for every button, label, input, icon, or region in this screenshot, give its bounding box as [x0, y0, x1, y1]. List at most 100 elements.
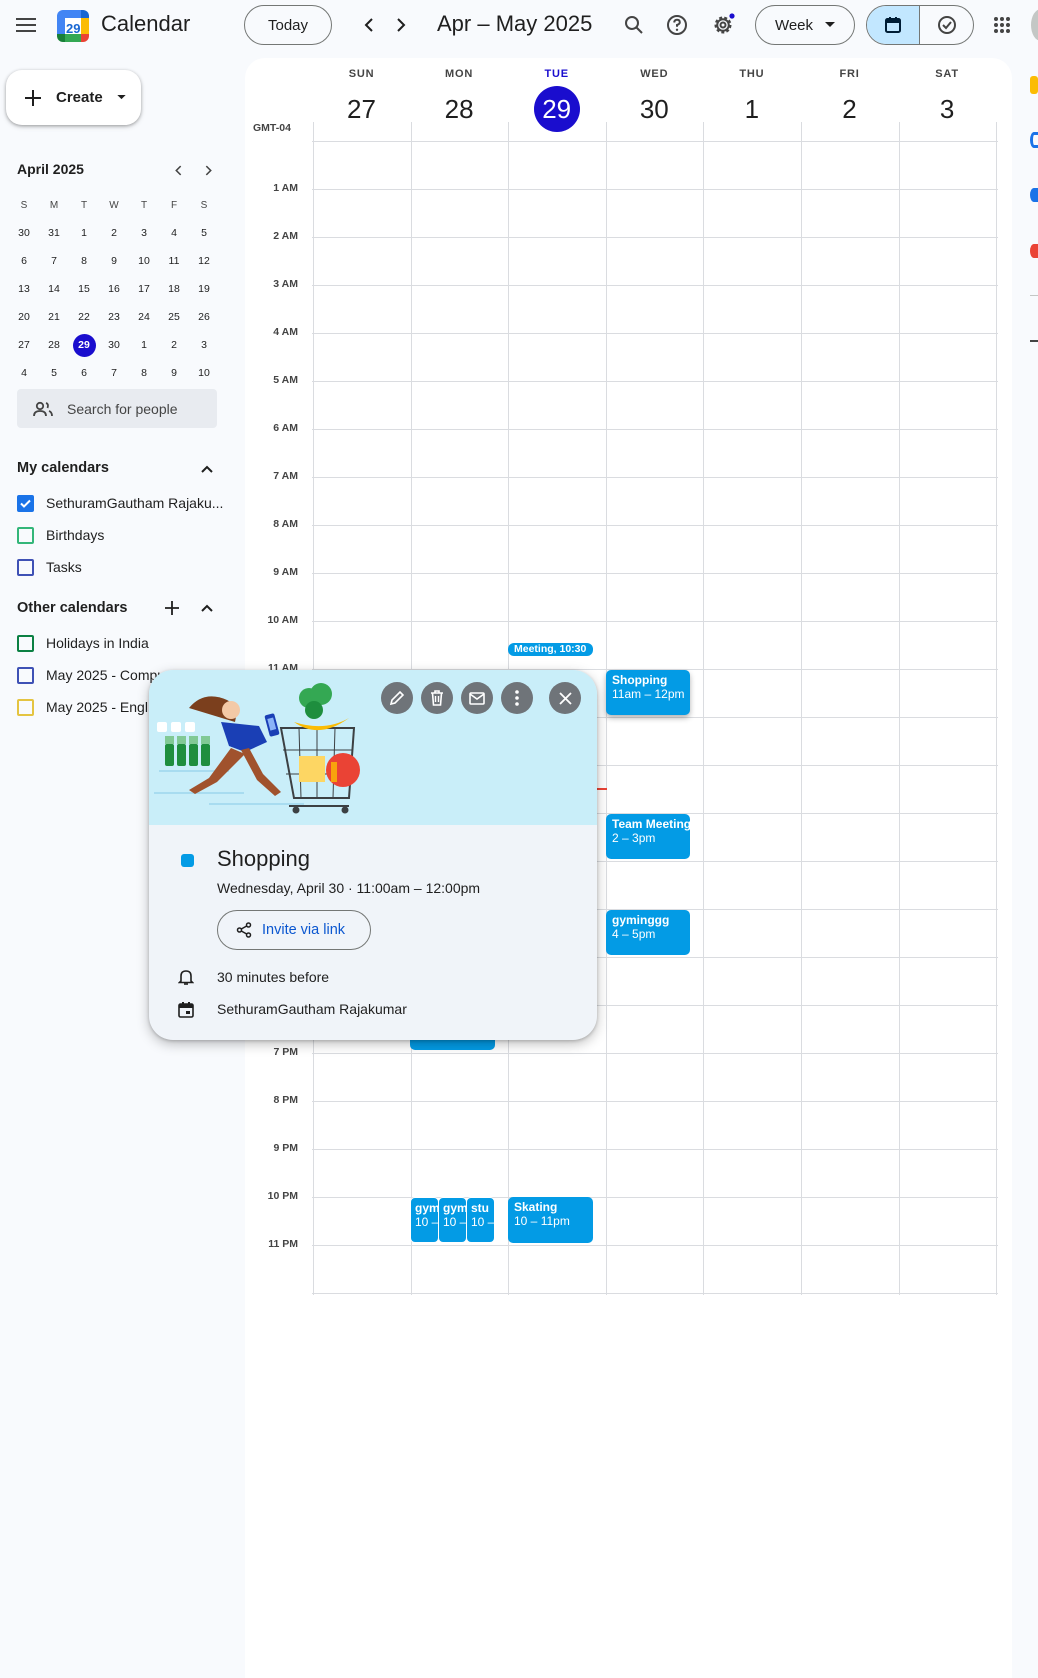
- mini-calendar-day[interactable]: 7: [99, 367, 129, 379]
- mini-calendar-day[interactable]: 5: [189, 227, 219, 239]
- calendar-logo-icon[interactable]: 29: [57, 10, 89, 42]
- mini-calendar-day[interactable]: 6: [69, 367, 99, 379]
- calendar-list-item[interactable]: May 2025 - Engl: [17, 695, 148, 719]
- next-week-button[interactable]: [384, 6, 418, 44]
- mini-calendar-day[interactable]: 8: [129, 367, 159, 379]
- mini-calendar-day[interactable]: 27: [9, 339, 39, 351]
- mini-calendar-day[interactable]: 15: [69, 283, 99, 295]
- mini-calendar-day[interactable]: 8: [69, 255, 99, 267]
- create-button[interactable]: Create: [6, 70, 141, 125]
- calendar-list-item[interactable]: Tasks: [17, 555, 82, 579]
- mini-calendar-day[interactable]: 1: [69, 227, 99, 239]
- checked-checkbox-icon[interactable]: [17, 494, 34, 512]
- keep-app-icon[interactable]: [1030, 76, 1038, 94]
- calendar-list-item[interactable]: May 2025 - Compu: [17, 663, 165, 687]
- date-number[interactable]: 28: [436, 86, 482, 132]
- date-number[interactable]: 3: [924, 86, 970, 132]
- mini-calendar-day[interactable]: 30: [99, 339, 129, 351]
- add-other-calendar-button[interactable]: [159, 595, 185, 621]
- mini-calendar-day[interactable]: 18: [159, 283, 189, 295]
- mini-calendar-day[interactable]: 22: [69, 311, 99, 323]
- mini-calendar-day[interactable]: 5: [39, 367, 69, 379]
- my-calendars-collapse-button[interactable]: [194, 456, 220, 482]
- unchecked-checkbox-icon[interactable]: [17, 634, 34, 652]
- mini-calendar-day[interactable]: 19: [189, 283, 219, 295]
- delete-event-button[interactable]: [421, 682, 453, 714]
- mini-calendar-day[interactable]: 13: [9, 283, 39, 295]
- mini-calendar-today[interactable]: 29: [72, 333, 96, 357]
- mini-calendar-day[interactable]: 1: [129, 339, 159, 351]
- other-calendars-collapse-button[interactable]: [194, 595, 220, 621]
- mini-calendar-day[interactable]: 12: [189, 255, 219, 267]
- search-people-field[interactable]: Search for people: [17, 389, 217, 428]
- mini-calendar-day[interactable]: 28: [39, 339, 69, 351]
- previous-week-button[interactable]: [352, 6, 386, 44]
- mini-calendar-day[interactable]: 20: [9, 311, 39, 323]
- date-number[interactable]: 30: [631, 86, 677, 132]
- mini-calendar-day[interactable]: 31: [39, 227, 69, 239]
- mini-calendar-day[interactable]: 9: [99, 255, 129, 267]
- main-menu-button[interactable]: [6, 5, 46, 45]
- mini-calendar-day[interactable]: 10: [129, 255, 159, 267]
- email-guests-button[interactable]: [461, 682, 493, 714]
- event-gym-2[interactable]: gym 10 – 11pm: [438, 1197, 467, 1243]
- my-calendars-heading[interactable]: My calendars: [17, 460, 109, 476]
- mini-calendar-day[interactable]: 26: [189, 311, 219, 323]
- unchecked-checkbox-icon[interactable]: [17, 526, 34, 544]
- event-meeting[interactable]: Meeting, 10:30: [508, 643, 593, 656]
- mini-calendar-day[interactable]: 25: [159, 311, 189, 323]
- close-popup-button[interactable]: [549, 682, 581, 714]
- mini-calendar-day[interactable]: 4: [9, 367, 39, 379]
- event-gyminggg[interactable]: gyminggg 4 – 5pm: [606, 910, 690, 955]
- calendar-view-toggle[interactable]: [867, 6, 921, 44]
- mini-calendar-day[interactable]: 24: [129, 311, 159, 323]
- more-options-button[interactable]: [501, 682, 533, 714]
- help-button[interactable]: [657, 5, 697, 45]
- mini-calendar-day[interactable]: 29: [69, 333, 99, 357]
- unchecked-checkbox-icon[interactable]: [17, 698, 34, 716]
- unchecked-checkbox-icon[interactable]: [17, 666, 34, 684]
- contacts-app-icon[interactable]: [1030, 188, 1038, 202]
- settings-button[interactable]: [703, 5, 743, 45]
- event-stu[interactable]: stu 10 – 11pm: [466, 1197, 495, 1243]
- mini-calendar-prev-button[interactable]: [166, 158, 190, 182]
- calendar-list-item[interactable]: SethuramGautham Rajaku...: [17, 491, 223, 515]
- mini-calendar-day[interactable]: 10: [189, 367, 219, 379]
- mini-calendar-day[interactable]: 9: [159, 367, 189, 379]
- mini-calendar-day[interactable]: 3: [129, 227, 159, 239]
- invite-via-link-button[interactable]: Invite via link: [217, 910, 371, 950]
- mini-calendar-day[interactable]: 3: [189, 339, 219, 351]
- maps-app-icon[interactable]: [1030, 244, 1038, 258]
- tasks-app-icon[interactable]: [1030, 132, 1038, 148]
- mini-calendar-day[interactable]: 2: [159, 339, 189, 351]
- mini-calendar-day[interactable]: 4: [159, 227, 189, 239]
- mini-calendar-day[interactable]: 16: [99, 283, 129, 295]
- account-avatar[interactable]: [1031, 9, 1038, 41]
- mini-calendar-day[interactable]: 30: [9, 227, 39, 239]
- mini-calendar-day[interactable]: 14: [39, 283, 69, 295]
- date-number[interactable]: 27: [339, 86, 385, 132]
- event-shopping[interactable]: Shopping 11am – 12pm: [606, 670, 690, 715]
- search-button[interactable]: [614, 5, 654, 45]
- calendar-list-item[interactable]: Holidays in India: [17, 631, 149, 655]
- calendar-list-item[interactable]: Birthdays: [17, 523, 104, 547]
- tasks-view-toggle[interactable]: [920, 6, 973, 44]
- today-date-number[interactable]: 29: [533, 86, 580, 132]
- mini-calendar-day[interactable]: 23: [99, 311, 129, 323]
- edit-event-button[interactable]: [381, 682, 413, 714]
- mini-calendar-day[interactable]: 17: [129, 283, 159, 295]
- mini-calendar-day[interactable]: 2: [99, 227, 129, 239]
- mini-calendar-day[interactable]: 7: [39, 255, 69, 267]
- mini-calendar-day[interactable]: 11: [159, 255, 189, 267]
- view-selector-dropdown[interactable]: Week: [755, 5, 855, 45]
- event-team-meeting[interactable]: Team Meeting 2 – 3pm: [606, 814, 690, 859]
- mini-calendar-day[interactable]: 6: [9, 255, 39, 267]
- apps-launcher-button[interactable]: [982, 5, 1022, 45]
- mini-calendar-day[interactable]: 21: [39, 311, 69, 323]
- add-on-plus-icon[interactable]: [1030, 340, 1038, 342]
- mini-calendar-next-button[interactable]: [196, 158, 220, 182]
- unchecked-checkbox-icon[interactable]: [17, 558, 34, 576]
- date-number[interactable]: 2: [827, 86, 873, 132]
- event-skating[interactable]: Skating 10 – 11pm: [508, 1197, 593, 1243]
- date-number[interactable]: 1: [729, 86, 775, 132]
